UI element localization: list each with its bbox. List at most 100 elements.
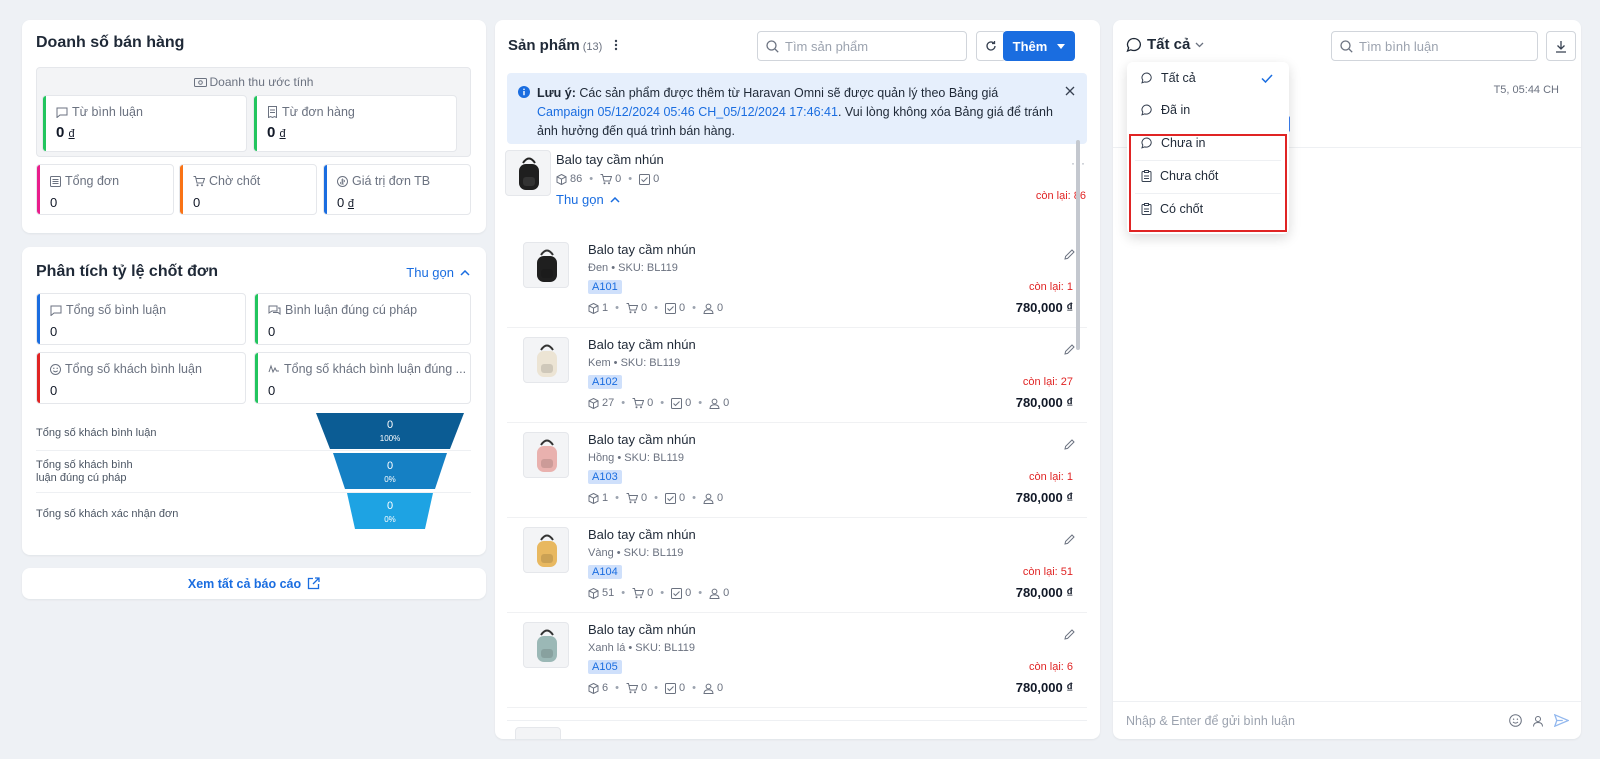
more-vertical-icon[interactable] [614,39,618,51]
variant-item[interactable]: Balo tay cầm nhún Vàng • SKU: BL119 A104 51… [507,518,1087,613]
cart-icon [193,175,205,187]
filter-option-closed[interactable]: Có chốt [1127,194,1289,224]
products-scrollbar[interactable] [1076,140,1080,350]
product-search-input[interactable] [785,38,966,54]
filter-option-all[interactable]: Tất cả [1127,63,1289,93]
comment-search[interactable] [1331,31,1538,61]
variant-stats: 6 • 0 • 0 • 0 [588,682,723,694]
variant-item[interactable]: Balo tay cầm nhún Hồng • SKU: BL119 A103 1 •… [507,423,1087,518]
pencil-icon[interactable] [1064,629,1075,640]
variant-meta: Đen • SKU: BL119 [588,262,678,274]
notice-bold: Lưu ý: [537,86,576,100]
check-square-icon [639,173,651,185]
pencil-icon[interactable] [1064,439,1075,450]
separator-dot: • [692,682,696,694]
emoji-icon[interactable] [1509,714,1522,727]
cart-icon [626,302,638,314]
variant-item[interactable]: Balo tay cầm nhún Kem • SKU: BL119 A102 27 •… [507,328,1087,423]
close-icon[interactable] [1065,86,1075,96]
comment-search-input[interactable] [1359,38,1537,54]
check-square-icon [664,302,676,314]
variant-meta: Xanh lá • SKU: BL119 [588,642,695,654]
funnel-value-2: 0 [387,460,393,472]
funnel-label: Tổng số khách xác nhận đơn [36,508,179,520]
pencil-icon[interactable] [1064,249,1075,260]
remaining-stock: còn lại: 27 [1022,376,1073,388]
comment-input[interactable] [1126,713,1499,728]
refresh-icon [985,40,997,52]
from-comments-stat: Từ bình luận 0 đ [42,95,247,152]
product-stats: 86 • 0 • 0 [556,173,659,185]
variant-code-tag: A101 [588,280,622,294]
filter-option-not-printed[interactable]: Chưa in [1127,128,1289,158]
total-customers-value: 0 [50,383,58,398]
collapse-label: Thu gọn [406,265,454,280]
see-all-reports-button[interactable]: Xem tất cả báo cáo [22,568,486,599]
receipt-icon [267,106,278,118]
refresh-button[interactable] [976,31,1006,61]
product-name: Balo tay cầm nhún [556,152,664,167]
pencil-icon[interactable] [1064,344,1075,355]
customers-count: 0 [723,397,730,409]
variant-stats: 1 • 0 • 0 • 0 [588,492,723,504]
variant-price: 780,000 ₫ [1015,395,1073,410]
valid-comments-value: 0 [268,324,276,339]
revenue-caption: Doanh thu ước tính [37,75,470,89]
analysis-card: Phân tích tỷ lệ chốt đơn Thu gọn Tổng số… [22,247,486,555]
separator-dot: • [698,587,703,599]
pricebook-link[interactable]: Campaign 05/12/2024 05:46 CH_05/12/2024 … [537,105,838,119]
remaining-stock: còn lại: 51 [1022,566,1073,578]
filter-option-not-closed[interactable]: Chưa chốt [1127,161,1289,191]
valid-customers-value: 0 [268,383,276,398]
product-item[interactable] [507,720,1087,739]
customers-count: 0 [716,682,724,694]
total-comments-value: 0 [50,324,58,339]
comment-filter-dropdown: Tất cả Đã in Chưa in Chưa chốt Có chốt [1127,62,1289,234]
funnel-label: Tổng số khách bình luận đúng cú pháp [36,459,133,484]
analysis-collapse-button[interactable]: Thu gọn [406,265,470,280]
variant-stats: 1 • 0 • 0 • 0 [588,302,723,314]
comment-filter-toggle[interactable]: Tất cả [1126,36,1204,53]
confirmed-count: 0 [653,173,660,185]
add-button[interactable]: Thêm [1003,31,1075,61]
variant-thumbnail [523,527,569,573]
variant-item[interactable]: Balo tay cầm nhún Đen • SKU: BL119 A101 1 • 0… [507,233,1087,328]
user-icon [703,303,714,314]
user-icon[interactable] [1532,715,1544,727]
cart-icon [632,397,645,409]
remaining-stock: còn lại: 6 [1028,661,1073,673]
comment-icon [1141,104,1153,116]
pencil-icon[interactable] [1064,534,1075,545]
product-search[interactable] [757,31,967,61]
cart-icon [600,173,613,185]
funnel-value-1: 0 [387,419,393,431]
product-thumbnail [505,150,551,196]
filter-option-label: Chưa chốt [1160,169,1219,183]
from-orders-label: Từ đơn hàng [282,105,355,119]
pending-label: Chờ chốt [209,174,261,188]
box-icon [588,682,599,694]
variant-price: 780,000 ₫ [1015,585,1073,600]
stock-count: 1 [602,492,609,504]
separator-dot: • [692,302,696,314]
valid-customers-label: Tổng số khách bình luận đúng ... [284,362,467,376]
variant-stats: 51 • 0 • 0 • 0 [588,587,729,599]
comment-icon [1126,37,1142,53]
variant-item[interactable]: Balo tay cầm nhún Xanh lá • SKU: BL119 A10… [507,613,1087,708]
send-icon[interactable] [1554,714,1569,727]
see-all-reports-label: Xem tất cả báo cáo [187,576,302,591]
coin-icon [337,175,348,187]
variants-collapse-button[interactable]: Thu gọn [556,192,620,207]
download-button[interactable] [1546,31,1576,61]
list-icon [50,175,61,187]
variant-price: 780,000 ₫ [1015,680,1073,695]
money-icon [193,77,207,88]
filter-option-label: Tất cả [1161,71,1196,85]
total-comments-stat: Tổng số bình luận 0 [36,293,246,345]
filter-option-printed[interactable]: Đã in [1127,95,1289,125]
stock-count: 27 [602,397,615,409]
pending-value: 0 [193,195,201,210]
valid-comments-label: Bình luận đúng cú pháp [285,303,418,317]
smile-icon [50,363,61,375]
clipboard-icon [1141,170,1152,182]
